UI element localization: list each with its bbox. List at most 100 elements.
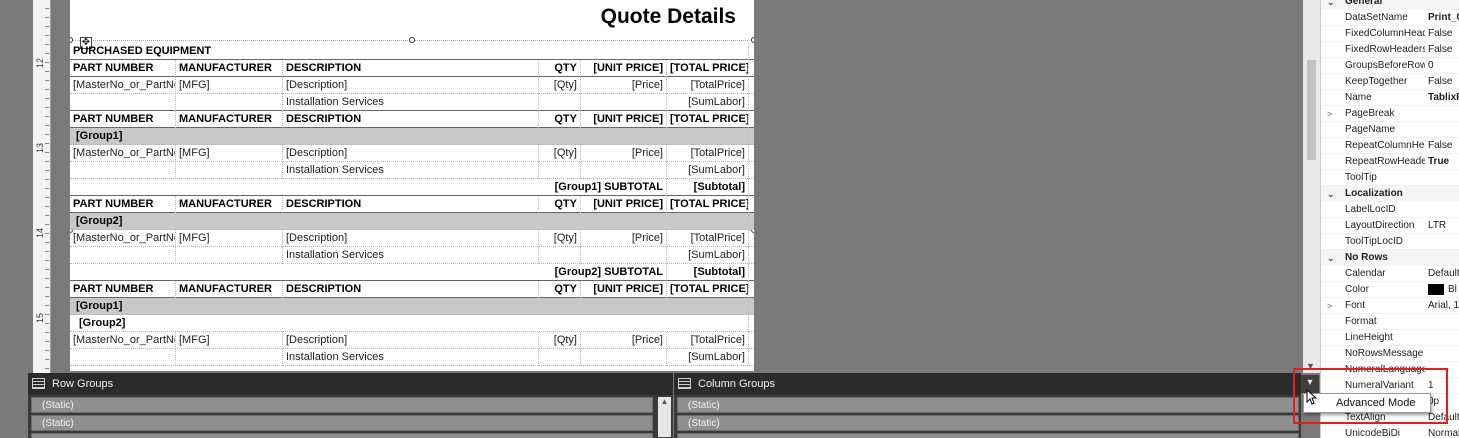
- table-cell[interactable]: [Price]: [581, 230, 667, 247]
- row-group-item[interactable]: (Static): [31, 397, 653, 413]
- property-value[interactable]: False: [1428, 26, 1459, 42]
- column-group-item[interactable]: (Static): [677, 415, 1299, 431]
- table-cell[interactable]: [MasterNo_or_PartNo]: [70, 77, 176, 94]
- table-cell[interactable]: Installation Services: [283, 247, 539, 264]
- table-cell[interactable]: [176, 247, 283, 264]
- property-row[interactable]: PageName: [1321, 122, 1459, 138]
- table-header-cell[interactable]: DESCRIPTION: [283, 281, 539, 298]
- table-cell[interactable]: [539, 247, 581, 264]
- property-value[interactable]: Normal: [1428, 426, 1459, 438]
- subtotal-label[interactable]: [Group1] SUBTOTAL: [539, 179, 667, 196]
- table-cell[interactable]: [MasterNo_or_PartNo]: [70, 230, 176, 247]
- property-row[interactable]: > Font Arial, 1: [1321, 298, 1459, 314]
- subtotal-value[interactable]: [Subtotal]: [667, 264, 749, 281]
- expand-chevron-icon[interactable]: >: [1327, 106, 1337, 122]
- collapse-chevron-icon[interactable]: ⌄: [1327, 186, 1337, 202]
- table-cell[interactable]: [539, 162, 581, 179]
- group-label[interactable]: [Group1]: [70, 298, 749, 315]
- property-value[interactable]: Arial, 1: [1428, 298, 1459, 314]
- tablix[interactable]: PURCHASED EQUIPMENT PART NUMBER MANUFACT…: [70, 43, 754, 366]
- collapse-chevron-icon[interactable]: ⌄: [1327, 0, 1337, 10]
- table-cell[interactable]: [Qty]: [539, 77, 581, 94]
- table-cell[interactable]: [SumLabor]: [667, 349, 749, 366]
- property-row[interactable]: > PageBreak: [1321, 106, 1459, 122]
- table-cell[interactable]: [Price]: [581, 145, 667, 162]
- table-cell[interactable]: [Description]: [283, 145, 539, 162]
- property-category[interactable]: ⌄ No Rows: [1321, 250, 1459, 266]
- table-header-cell[interactable]: [UNIT PRICE]: [581, 60, 667, 77]
- table-cell[interactable]: Installation Services: [283, 94, 539, 111]
- table-header-cell[interactable]: PART NUMBER: [70, 196, 176, 213]
- table-header-cell[interactable]: PART NUMBER: [70, 60, 176, 77]
- table-header-cell[interactable]: MANUFACTURER: [176, 111, 283, 128]
- table-cell[interactable]: [SumLabor]: [667, 94, 749, 111]
- table-cell[interactable]: [MFG]: [176, 77, 283, 94]
- group-label[interactable]: [Group1]: [70, 128, 749, 145]
- property-row[interactable]: LayoutDirection LTR: [1321, 218, 1459, 234]
- table-cell[interactable]: [176, 349, 283, 366]
- property-value[interactable]: Default: [1428, 266, 1459, 282]
- table-header-cell[interactable]: MANUFACTURER: [176, 60, 283, 77]
- table-cell[interactable]: [MasterNo_or_PartNo]: [70, 145, 176, 162]
- table-cell[interactable]: [TotalPrice]: [667, 332, 749, 349]
- property-row[interactable]: LineHeight: [1321, 330, 1459, 346]
- row-group-item[interactable]: (Static): [31, 415, 653, 431]
- table-header-cell[interactable]: [TOTAL PRICE]: [667, 196, 749, 213]
- table-cell[interactable]: [70, 162, 176, 179]
- scrollbar-thumb[interactable]: [1307, 60, 1316, 160]
- table-header-cell[interactable]: MANUFACTURER: [176, 196, 283, 213]
- table-cell[interactable]: [581, 247, 667, 264]
- table-header-cell[interactable]: [UNIT PRICE]: [581, 196, 667, 213]
- property-row[interactable]: NoRowsMessage: [1321, 346, 1459, 362]
- property-row[interactable]: RepeatRowHeadersTrue: [1321, 154, 1459, 170]
- design-vertical-scrollbar[interactable]: ▼: [1303, 0, 1320, 373]
- property-value[interactable]: 0: [1428, 58, 1459, 74]
- row-group-item[interactable]: [31, 433, 653, 438]
- property-value[interactable]: False: [1428, 74, 1459, 90]
- expand-chevron-icon[interactable]: >: [1327, 298, 1337, 314]
- property-category[interactable]: ⌄ General: [1321, 0, 1459, 10]
- table-header-cell[interactable]: DESCRIPTION: [283, 111, 539, 128]
- table-cell[interactable]: [TotalPrice]: [667, 145, 749, 162]
- table-cell[interactable]: [MasterNo_or_PartNo]: [70, 332, 176, 349]
- section-label[interactable]: PURCHASED EQUIPMENT: [70, 43, 749, 60]
- table-header-cell[interactable]: QTY: [539, 111, 581, 128]
- table-cell[interactable]: [MFG]: [176, 332, 283, 349]
- property-value[interactable]: True: [1428, 154, 1459, 170]
- property-value[interactable]: False: [1428, 138, 1459, 154]
- table-cell[interactable]: [SumLabor]: [667, 247, 749, 264]
- property-row[interactable]: UnicodeBiDi Normal: [1321, 426, 1459, 438]
- table-header-cell[interactable]: [UNIT PRICE]: [581, 111, 667, 128]
- table-cell[interactable]: [539, 94, 581, 111]
- scroll-up-arrow-icon[interactable]: ▲: [658, 397, 671, 406]
- property-category[interactable]: ⌄ Localization: [1321, 186, 1459, 202]
- table-cell[interactable]: Installation Services: [283, 349, 539, 366]
- table-cell[interactable]: [581, 94, 667, 111]
- property-row[interactable]: KeepTogether False: [1321, 74, 1459, 90]
- table-cell[interactable]: [TotalPrice]: [667, 230, 749, 247]
- property-row[interactable]: RepeatColumnHeadersFalse: [1321, 138, 1459, 154]
- report-body[interactable]: Quote Details ✥ PURCHASED EQUIPMENT PART…: [70, 0, 754, 371]
- row-groups-scrollbar[interactable]: ▲: [658, 397, 671, 437]
- property-value[interactable]: False: [1428, 42, 1459, 58]
- report-title[interactable]: Quote Details: [601, 5, 736, 29]
- table-header-cell[interactable]: PART NUMBER: [70, 281, 176, 298]
- property-row[interactable]: GroupsBeforeRowHeaders0: [1321, 58, 1459, 74]
- property-value[interactable]: Bl: [1428, 282, 1459, 298]
- table-cell[interactable]: [Qty]: [539, 332, 581, 349]
- property-row[interactable]: ToolTip: [1321, 170, 1459, 186]
- property-row[interactable]: FixedRowHeaders False: [1321, 42, 1459, 58]
- table-cell[interactable]: [Description]: [283, 230, 539, 247]
- property-value[interactable]: TablixF: [1428, 90, 1459, 106]
- property-row[interactable]: DataSetName Print_C: [1321, 10, 1459, 26]
- column-group-item[interactable]: [677, 433, 1299, 438]
- table-cell[interactable]: [176, 162, 283, 179]
- table-header-cell[interactable]: [UNIT PRICE]: [581, 281, 667, 298]
- subtotal-label[interactable]: [Group2] SUBTOTAL: [539, 264, 667, 281]
- table-cell[interactable]: [SumLabor]: [667, 162, 749, 179]
- table-cell[interactable]: [MFG]: [176, 145, 283, 162]
- property-row[interactable]: Format: [1321, 314, 1459, 330]
- table-header-cell[interactable]: [TOTAL PRICE]: [667, 281, 749, 298]
- property-row[interactable]: Color Bl: [1321, 282, 1459, 298]
- collapse-chevron-icon[interactable]: ⌄: [1327, 250, 1337, 266]
